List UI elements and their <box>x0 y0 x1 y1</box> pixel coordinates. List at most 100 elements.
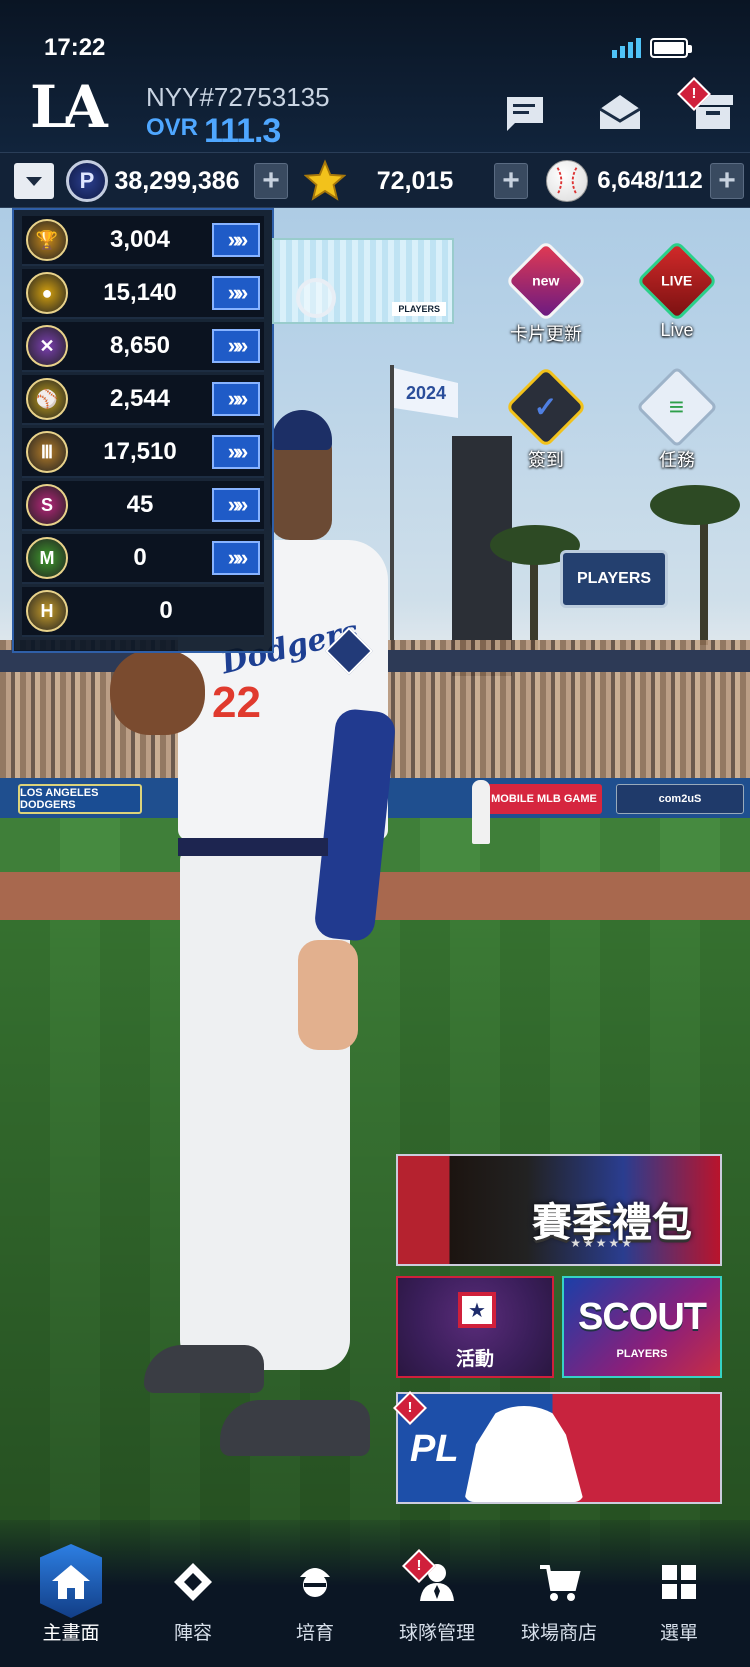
season-pack-banner[interactable]: 賽季禮包 ★★★★★ <box>396 1154 722 1266</box>
ad-board-com2us: com2uS <box>616 784 744 814</box>
h-coin-icon: H <box>26 590 68 632</box>
currency-baseball: 6,648/112 <box>546 159 716 203</box>
resource-value: 45 <box>126 491 154 518</box>
resource-go-button[interactable]: »» <box>212 223 260 257</box>
scout-subtitle: PLAYERS <box>616 1348 668 1360</box>
player-glove <box>110 650 205 735</box>
resource-value: 3,004 <box>109 226 171 253</box>
magnifier-icon <box>296 278 336 318</box>
p-coin-icon: P <box>66 160 108 202</box>
team-logo-text: LA <box>30 73 108 141</box>
nav-menu[interactable]: 選單 <box>617 1556 741 1645</box>
ovr-label: OVR <box>146 114 199 141</box>
banner-brand-text: PLAYERS <box>392 302 446 316</box>
nav-home[interactable]: 主畫面 <box>9 1556 133 1645</box>
resource-row: Ⅲ 17,510 »» <box>22 428 264 478</box>
nav-stadium-shop[interactable]: 球場商店 <box>497 1556 621 1645</box>
palm-leaves <box>650 485 740 525</box>
signal-icon <box>612 38 641 58</box>
chat-icon[interactable] <box>502 88 548 134</box>
new-badge: new <box>532 272 560 289</box>
status-time: 17:22 <box>44 34 106 61</box>
alert-mark: ! <box>691 85 697 102</box>
baseball-icon <box>546 160 588 202</box>
resource-row: 🏆 3,004 »» <box>22 216 264 266</box>
add-p-coin-button[interactable]: + <box>254 163 288 199</box>
manager-icon <box>375 1556 499 1608</box>
resource-panel: 🏆 3,004 »» ● 15,140 »» ✕ 8,650 »» ⚾ 2,544 »» Ⅲ 17,510… <box>12 208 274 653</box>
jersey-number: 22 <box>212 678 261 727</box>
user-id: NYY#72753135 <box>146 82 330 112</box>
pl-label: PL <box>410 1428 459 1470</box>
resource-value: 17,510 <box>103 438 177 465</box>
resource-value: 15,140 <box>103 279 177 306</box>
player-cap <box>272 410 332 450</box>
glove-medal-icon: ● <box>26 272 68 314</box>
resource-go-button[interactable]: »» <box>212 276 260 310</box>
player-hand <box>298 940 358 1050</box>
ovr-value: 111.3 <box>204 112 281 150</box>
baseball-value: 6,648/112 <box>597 167 703 194</box>
resource-row: S 45 »» <box>22 481 264 531</box>
top-header: 17:22 LA NYY#72753135 OVR 111.3 ! <box>0 0 750 152</box>
resource-go-button[interactable]: »» <box>212 488 260 522</box>
ad-board-text: LOS ANGELES DODGERS <box>20 787 99 811</box>
star-box-icon: ★ <box>458 1292 496 1328</box>
nav-lineup[interactable]: 陣容 <box>131 1556 255 1645</box>
resource-go-button[interactable]: »» <box>212 541 260 575</box>
players-sign-text: PLAYERS <box>576 570 652 587</box>
team-logo[interactable]: LA <box>30 78 108 136</box>
nav-training[interactable]: 培育 <box>253 1556 377 1645</box>
trophy-medal-icon: 🏆 <box>26 219 68 261</box>
add-baseball-button[interactable]: + <box>710 163 744 199</box>
bottom-navigation: 主畫面 陣容 培育 球隊管理 ! 球場商店 選單 <box>0 1520 750 1667</box>
diamond-field-icon <box>131 1556 255 1608</box>
live-badge: LIVE <box>661 273 693 289</box>
add-star-button[interactable]: + <box>494 163 528 199</box>
mail-icon[interactable] <box>597 88 643 134</box>
bat-medal-icon: ✕ <box>26 325 68 367</box>
home-icon <box>9 1556 133 1608</box>
nav-training-label: 培育 <box>295 1623 334 1644</box>
event-label: 活動 <box>455 1349 494 1370</box>
live-button[interactable]: LIVE Live <box>622 239 732 341</box>
ad-board-mlb: MOBILE MLB GAME <box>486 784 602 814</box>
card-update-button[interactable]: new 卡片更新 <box>491 239 601 346</box>
mlb-batter-silhouette-icon <box>464 1406 584 1502</box>
mission-button[interactable]: ≡ 任務 <box>622 365 732 472</box>
card-update-icon: new <box>504 239 588 323</box>
currency-bar: P 38,299,386 + 72,015 + 6,648/112 + <box>0 152 750 208</box>
nav-menu-label: 選單 <box>659 1623 698 1644</box>
stadium-medal-icon: Ⅲ <box>26 431 68 473</box>
alert-mark: ! <box>407 1399 413 1416</box>
resource-value: 8,650 <box>109 332 171 359</box>
battery-icon <box>650 38 692 58</box>
scout-title: SCOUT <box>578 1296 707 1338</box>
check-in-icon: ✓ <box>504 365 588 449</box>
nav-team-management[interactable]: 球隊管理 <box>375 1556 499 1645</box>
check-mark: ✓ <box>534 391 558 423</box>
currency-star: 72,015 <box>304 159 484 203</box>
m-badge-icon: M <box>26 537 68 579</box>
resource-dropdown-toggle[interactable] <box>14 163 54 199</box>
event-banner[interactable]: PLAYERS <box>272 238 454 324</box>
resource-go-button[interactable]: »» <box>212 435 260 469</box>
nav-stadium-shop-label: 球場商店 <box>520 1623 597 1644</box>
resource-row: H0 <box>22 587 264 637</box>
resource-go-button[interactable]: »» <box>212 382 260 416</box>
menu-grid-icon <box>617 1556 741 1608</box>
card-update-label: 卡片更新 <box>510 324 582 344</box>
season-pack-stars: ★★★★★ <box>570 1236 634 1250</box>
event-button[interactable]: ★ 活動 <box>396 1276 554 1378</box>
resource-value: 0 <box>159 597 173 624</box>
check-in-button[interactable]: ✓ 簽到 <box>491 365 601 472</box>
alert-mark: ! <box>416 1557 422 1574</box>
mlb-pl-banner[interactable]: PL <box>396 1392 722 1504</box>
player-shoe <box>144 1345 264 1393</box>
outfielder <box>472 780 490 844</box>
resource-go-button[interactable]: »» <box>212 329 260 363</box>
ad-board-dodgers: LOS ANGELES DODGERS <box>18 784 142 814</box>
nav-home-label: 主畫面 <box>42 1623 100 1644</box>
scout-button[interactable]: SCOUT PLAYERS <box>562 1276 722 1378</box>
coach-icon <box>253 1556 377 1608</box>
